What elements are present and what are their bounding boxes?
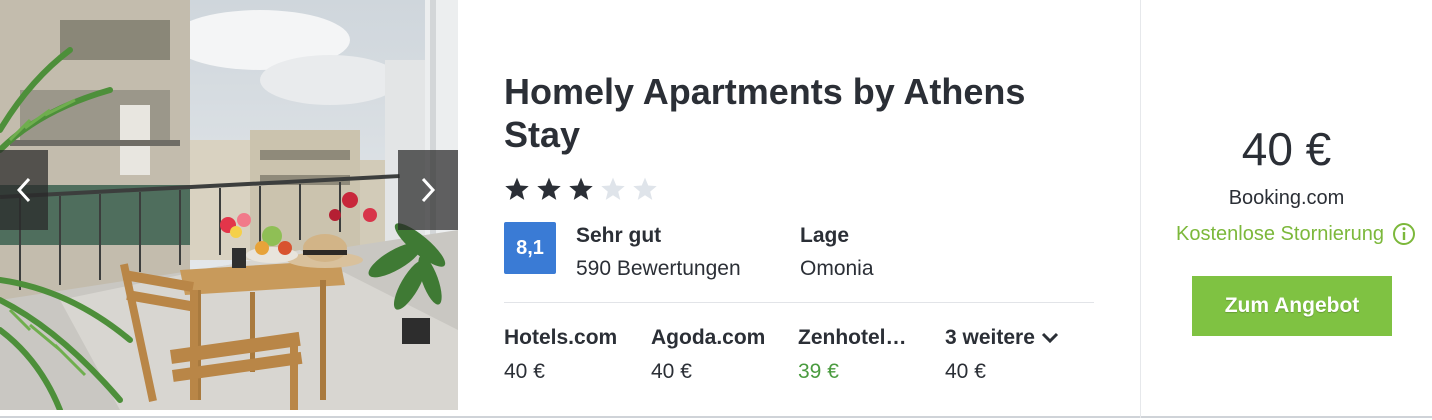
rating-score-box[interactable]: 8,1 [504,222,556,274]
info-icon[interactable] [1392,222,1416,246]
star-empty-icon [633,177,657,200]
hotel-photo[interactable] [0,0,458,410]
chevron-right-icon [421,177,436,203]
gallery-next-button[interactable] [398,150,458,230]
provider-name: Hotels.com [504,326,618,349]
provider-price: 40 € [945,360,986,383]
provider-item-zenhotels[interactable]: Zenhotel… 39 € [798,326,945,384]
star-filled-icon [569,177,593,200]
provider-price: 40 € [651,360,692,383]
view-deal-button[interactable]: Zum Angebot [1192,276,1392,336]
provider-item-agoda-com[interactable]: Agoda.com 40 € [651,326,798,384]
gallery-prev-button[interactable] [0,150,48,230]
free-cancellation-label: Kostenlose Stornierung [1176,222,1384,245]
provider-price-list: Hotels.com 40 € Agoda.com 40 € Zenhotel…… [504,326,1092,384]
chevron-left-icon [16,177,31,203]
more-providers-label: 3 weitere [945,326,1035,349]
rating-label: Sehr gut [576,224,662,247]
location-label: Lage [800,224,850,247]
provider-name: Agoda.com [651,326,766,349]
more-providers-label-row: 3 weitere [945,326,1092,350]
deal-price[interactable]: 40 € [1141,122,1432,176]
chevron-down-icon [1041,332,1058,344]
location-info[interactable]: Lage Omonia [800,224,874,281]
balcony-image [0,0,458,410]
star-filled-icon [505,177,529,200]
best-deal-panel: 40 € Booking.com Kostenlose Stornierung … [1141,0,1432,418]
more-providers-toggle[interactable]: 3 weitere 40 € [945,326,1092,384]
free-cancellation-info[interactable]: Kostenlose Stornierung [1161,222,1431,246]
provider-item-hotels-com[interactable]: Hotels.com 40 € [504,326,651,384]
star-filled-icon [537,177,561,200]
deal-provider[interactable]: Booking.com [1141,187,1432,210]
hotel-info: Homely Apartments by Athens Stay [504,70,1104,156]
rating-summary[interactable]: Sehr gut 590 Bewertungen [576,224,741,281]
review-count: 590 Bewertungen [576,257,741,280]
provider-name: Zenhotel… [798,326,907,349]
star-rating [504,176,658,202]
hotel-name[interactable]: Homely Apartments by Athens Stay [504,70,1104,156]
provider-price: 39 € [798,360,839,383]
divider [504,302,1094,303]
hotel-result-card: Homely Apartments by Athens Stay 8,1 Seh… [0,0,1432,418]
star-empty-icon [601,177,625,200]
location-value: Omonia [800,257,874,280]
rating-score: 8,1 [504,222,556,274]
provider-price: 40 € [504,360,545,383]
